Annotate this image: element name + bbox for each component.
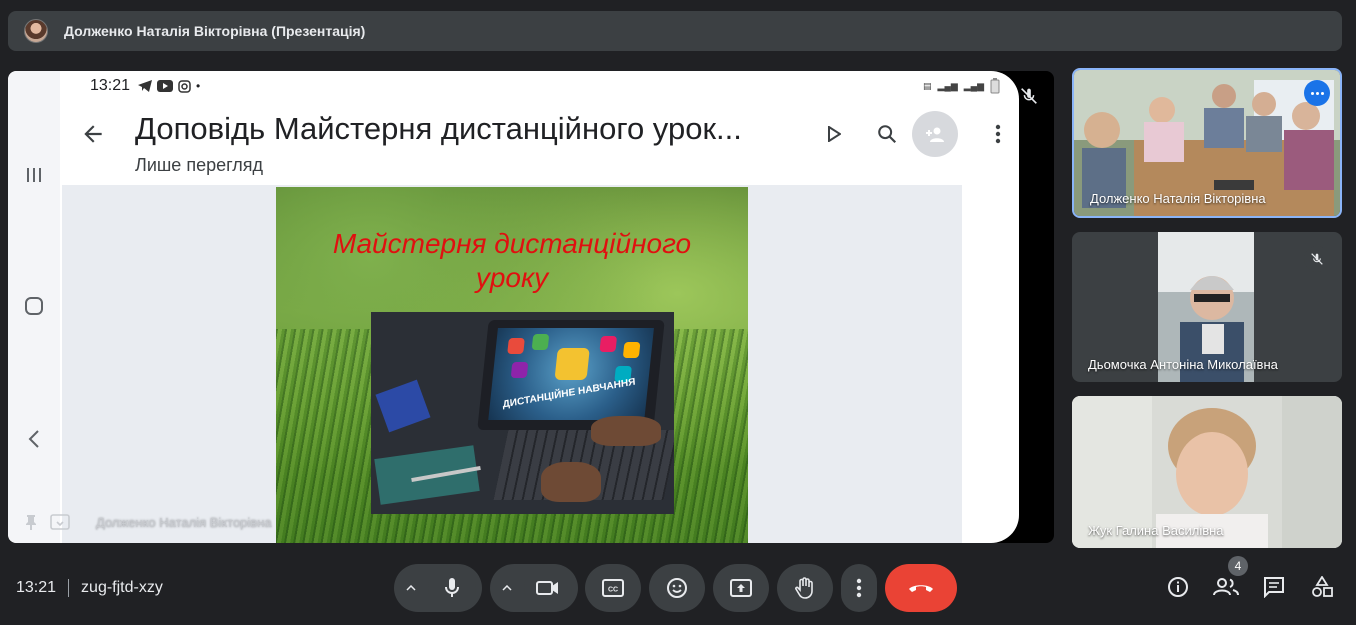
youtube-icon	[157, 80, 174, 92]
doc-view-only-label: Лише перегляд	[135, 155, 264, 175]
hand	[541, 462, 601, 502]
activities-icon	[1312, 576, 1333, 597]
android-nav-bar	[8, 71, 60, 543]
hand	[591, 416, 661, 446]
presentation-banner-title: Долженко Наталія Вікторівна (Презентація…	[64, 23, 366, 39]
more-vert-icon[interactable]	[985, 121, 1011, 147]
slide-image-caption: ДИСТАНЦІЙНЕ НАВЧАННЯ	[502, 376, 636, 411]
tile-more-options-button[interactable]	[1304, 80, 1330, 106]
emoji-button[interactable]	[649, 564, 705, 612]
camera-icon	[536, 581, 558, 595]
present-button[interactable]	[713, 564, 769, 612]
mic-icon	[445, 578, 459, 597]
raise-hand-icon	[795, 577, 813, 599]
instagram-icon	[178, 79, 191, 93]
video-options-button[interactable]	[490, 564, 524, 612]
doc-header: Доповідь Майстерня дистанційного урок...…	[68, 101, 1018, 187]
camera-button[interactable]	[524, 564, 572, 612]
add-person-button[interactable]	[912, 111, 958, 157]
presenter-name-label: Долженко Наталія Вікторівна	[96, 515, 272, 530]
phone-status-bar: 13:21 • ▤ ▂▄▆ ▂▄▆	[90, 76, 1000, 96]
slide-area: Майстерня дистанційного уроку ДИСТАНЦІЙН…	[62, 185, 962, 543]
doc-title: Доповідь Майстерня дистанційного урок...	[135, 111, 742, 146]
captions-icon: CC	[602, 579, 624, 597]
signal-icon-2: ▂▄▆	[963, 80, 984, 91]
telegram-icon	[138, 80, 153, 92]
laptop-screen: ДИСТАНЦІЙНЕ НАВЧАННЯ	[488, 328, 654, 420]
battery-icon	[990, 78, 1000, 94]
participant-name: Жук Галина Василівна	[1088, 523, 1224, 538]
status-right-icons: ▤ ▂▄▆ ▂▄▆	[923, 78, 1000, 94]
status-time: 13:21	[90, 77, 131, 94]
people-icon	[1213, 578, 1239, 596]
presentation-banner: Долженко Наталія Вікторівна (Презентація…	[8, 11, 1342, 51]
more-options-icon	[856, 578, 862, 598]
meeting-code: zug-fjtd-xzy	[81, 579, 163, 596]
play-icon[interactable]	[821, 121, 847, 147]
pin-icon[interactable]	[22, 513, 40, 531]
mic-button[interactable]	[428, 564, 476, 612]
add-person-icon	[926, 127, 944, 142]
participant-name: Дьомочка Антоніна Миколаївна	[1088, 357, 1278, 372]
meeting-details-button[interactable]	[1165, 574, 1191, 600]
chat-icon	[1264, 577, 1284, 598]
back-arrow-icon[interactable]	[80, 121, 106, 147]
volte-icon: ▤	[923, 80, 932, 91]
slide: Майстерня дистанційного уроку ДИСТАНЦІЙН…	[276, 187, 748, 543]
call-end-icon	[909, 585, 933, 592]
meeting-controls-bar: 13:21 zug-fjtd-xzy CC 4	[0, 556, 1356, 616]
captions-button[interactable]: CC	[585, 564, 641, 612]
info-icon	[1168, 577, 1188, 597]
slide-title: Майстерня дистанційного уроку	[332, 228, 692, 293]
svg-text:CC: CC	[608, 587, 618, 594]
mic-off-icon	[1304, 246, 1330, 272]
camera-control-group	[490, 564, 578, 612]
divider	[68, 579, 70, 597]
people-button[interactable]	[1213, 574, 1239, 600]
mic-off-icon	[1021, 88, 1037, 104]
slide-photo: ДИСТАНЦІЙНЕ НАВЧАННЯ	[371, 312, 674, 514]
main-presentation-tile[interactable]: 13:21 • ▤ ▂▄▆ ▂▄▆ Доповідь Майстерня дис…	[8, 71, 1054, 543]
activities-button[interactable]	[1309, 574, 1335, 600]
more-options-button[interactable]	[841, 564, 877, 612]
back-nav-icon	[20, 425, 48, 453]
present-icon	[730, 579, 752, 597]
participant-count-badge: 4	[1228, 556, 1248, 576]
raise-hand-button[interactable]	[777, 564, 833, 612]
recent-apps-icon	[20, 161, 48, 189]
participant-tile[interactable]: Жук Галина Василівна	[1072, 396, 1342, 548]
chat-button[interactable]	[1261, 574, 1287, 600]
signal-icon: ▂▄▆	[937, 80, 958, 91]
leave-call-button[interactable]	[885, 564, 957, 612]
participant-name: Долженко Наталія Вікторівна	[1090, 191, 1266, 206]
book	[375, 379, 431, 433]
meeting-info: 13:21 zug-fjtd-xzy	[16, 579, 163, 597]
dot-icon: •	[196, 79, 201, 93]
participant-tile[interactable]: Дьомочка Антоніна Миколаївна	[1072, 232, 1342, 382]
avatar	[24, 19, 48, 43]
search-icon[interactable]	[874, 121, 900, 147]
emoji-icon	[667, 578, 687, 598]
shared-phone-screen: 13:21 • ▤ ▂▄▆ ▂▄▆ Доповідь Майстерня дис…	[8, 71, 1019, 543]
meeting-time: 13:21	[16, 579, 57, 596]
meet-window: Долженко Наталія Вікторівна (Презентація…	[0, 0, 1356, 625]
participant-tile[interactable]: Долженко Наталія Вікторівна	[1072, 68, 1342, 218]
audio-options-button[interactable]	[394, 564, 428, 612]
home-icon	[20, 292, 48, 320]
laptop: ДИСТАНЦІЙНЕ НАВЧАННЯ	[477, 320, 665, 430]
mic-control-group	[394, 564, 482, 612]
frame-icon[interactable]	[50, 513, 70, 531]
